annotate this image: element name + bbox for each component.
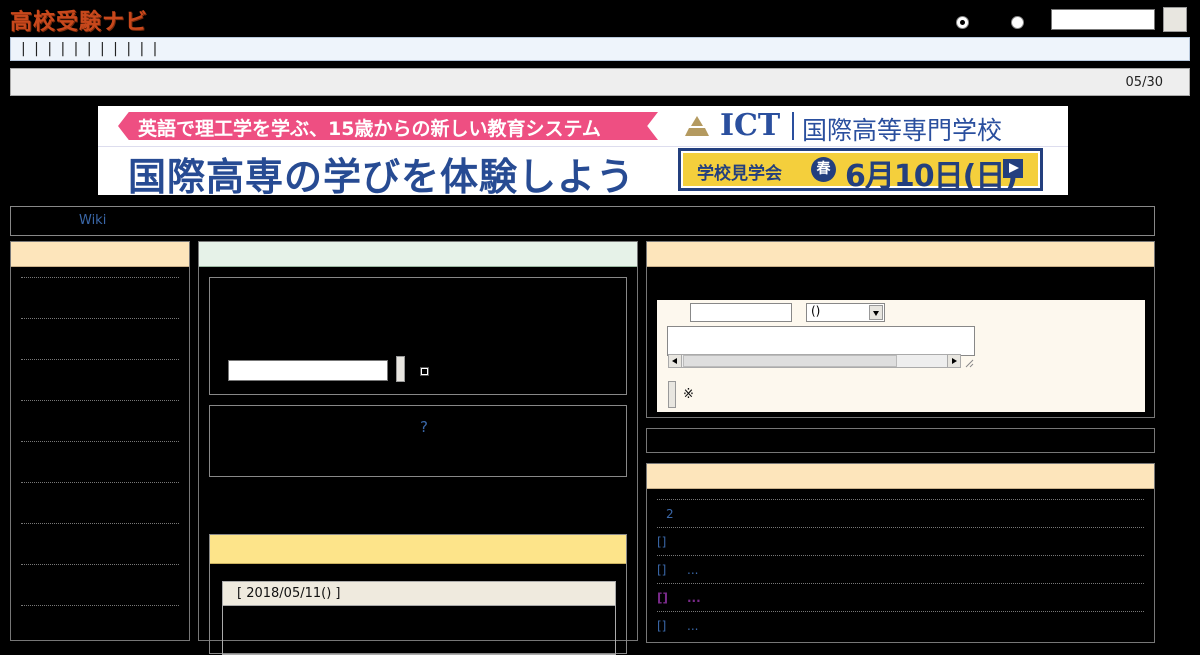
list-item-prefix[interactable]: []: [657, 619, 666, 633]
ict-logo-text: ICT: [720, 108, 781, 143]
scroll-right-icon[interactable]: [947, 355, 960, 367]
sidebar-item[interactable]: [21, 482, 179, 483]
banner-headline: 国際高専の学びを体験しよう: [128, 155, 636, 195]
help-panel: ?: [209, 405, 627, 477]
sidebar-item[interactable]: [21, 400, 179, 401]
left-sidebar-header: [11, 242, 189, 267]
login-panel: [209, 277, 627, 395]
scroll-left-icon[interactable]: [669, 355, 682, 367]
list-item-prefix[interactable]: []: [657, 591, 668, 605]
sidebar-item[interactable]: [21, 277, 179, 278]
global-nav-bar: | | | | | | | | | | |: [10, 37, 1190, 61]
search-input[interactable]: [1051, 9, 1155, 30]
name-input[interactable]: [690, 303, 792, 322]
post-form-panel: () ※: [646, 241, 1155, 418]
banner-cta[interactable]: 学校見学会 春 6月10日(日): [678, 148, 1043, 194]
left-sidebar: [10, 241, 190, 641]
sidebar-item[interactable]: [21, 359, 179, 360]
search-scope-radio-1[interactable]: [956, 16, 969, 29]
category-select-value: (): [811, 304, 821, 318]
login-input[interactable]: [228, 360, 388, 381]
resize-grip-icon[interactable]: [964, 358, 974, 368]
list-divider: [657, 611, 1144, 612]
center-column: ? [ 2018/05/11() ]: [198, 241, 638, 655]
cta-label: 学校見学会: [697, 164, 782, 184]
category-select[interactable]: (): [806, 303, 885, 322]
wiki-link[interactable]: Wiki: [79, 213, 106, 228]
news-panel: [ 2018/05/11() ]: [209, 534, 627, 655]
recent-posts-header: [647, 464, 1154, 489]
sidebar-item[interactable]: [21, 523, 179, 524]
ict-mark-icon: [685, 116, 709, 136]
sidebar-item[interactable]: [21, 318, 179, 319]
list-item-prefix[interactable]: []: [657, 535, 666, 549]
sidebar-item[interactable]: [21, 441, 179, 442]
cta-date: 6月10日(日): [845, 159, 1018, 194]
site-logo[interactable]: 高校受験ナビ: [10, 4, 148, 36]
list-item[interactable]: ...: [687, 563, 698, 577]
list-divider: [657, 583, 1144, 584]
note-mark: ※: [683, 387, 694, 402]
list-divider: [657, 527, 1144, 528]
global-nav-links[interactable]: | | | | | | | | | | |: [21, 41, 159, 57]
post-form: () ※: [657, 300, 1145, 412]
play-icon: [1003, 159, 1023, 178]
comment-textarea[interactable]: [667, 326, 975, 356]
sidebar-item[interactable]: [21, 564, 179, 565]
news-item-date: [ 2018/05/11() ]: [222, 581, 616, 606]
search-button[interactable]: [1163, 7, 1187, 32]
remember-checkbox[interactable]: [420, 367, 429, 376]
list-item[interactable]: ...: [687, 591, 701, 605]
recent-posts-panel: 2 [] [] ... [] ... [] ...: [646, 463, 1155, 643]
scrollbar-thumb[interactable]: [683, 355, 897, 367]
chevron-down-icon: [869, 305, 883, 320]
list-item[interactable]: ...: [687, 619, 698, 633]
banner-tagline: 英語で理工学を学ぶ、15歳からの新しい教育システム: [138, 118, 601, 140]
center-column-header: [199, 242, 637, 267]
right-info-panel: [646, 428, 1155, 453]
info-bar: 05/30: [10, 68, 1190, 96]
ict-separator: [792, 112, 794, 140]
banner-top-row: 英語で理工学を学ぶ、15歳からの新しい教育システム ICT 国際高等専門学校: [98, 106, 1068, 146]
search-scope-radio-2[interactable]: [1011, 16, 1024, 29]
post-form-header: [647, 242, 1154, 267]
news-panel-header: [210, 535, 626, 564]
breadcrumb-bar: Wiki: [10, 206, 1155, 236]
list-divider: [657, 499, 1144, 500]
news-item-body: [222, 605, 616, 655]
list-item[interactable]: 2: [666, 507, 674, 521]
help-link[interactable]: ?: [420, 418, 428, 436]
cta-season-badge: 春: [811, 157, 836, 182]
horizontal-scrollbar[interactable]: [668, 354, 961, 368]
ad-banner[interactable]: 英語で理工学を学ぶ、15歳からの新しい教育システム ICT 国際高等専門学校 国…: [98, 106, 1068, 195]
submit-button[interactable]: [668, 381, 676, 408]
list-item-prefix[interactable]: []: [657, 563, 666, 577]
school-name: 国際高等専門学校: [802, 116, 1003, 145]
current-date: 05/30: [1125, 75, 1163, 90]
sidebar-item[interactable]: [21, 605, 179, 606]
list-divider: [657, 555, 1144, 556]
login-button[interactable]: [396, 356, 405, 382]
cta-panel: 学校見学会 春 6月10日(日): [683, 153, 1038, 194]
